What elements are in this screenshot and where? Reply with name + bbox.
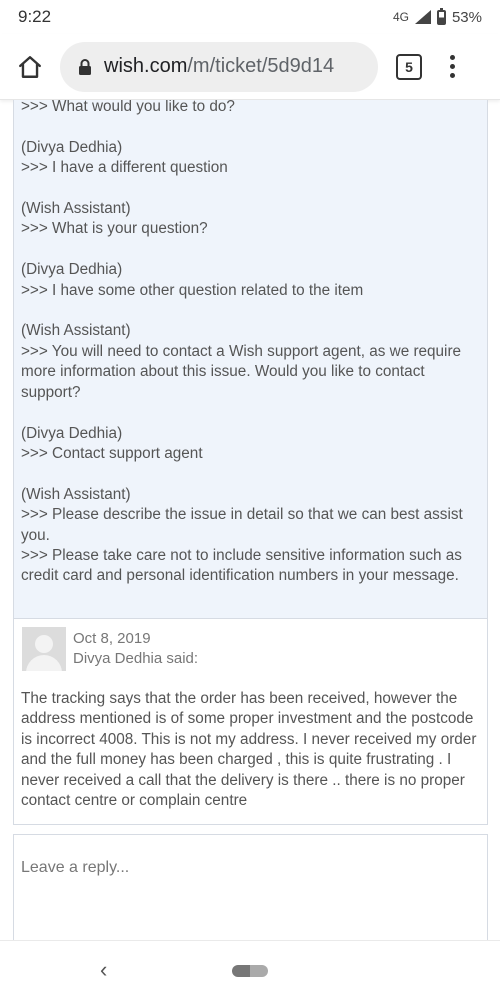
lock-icon bbox=[78, 58, 92, 76]
status-bar: 9:22 4G 53% bbox=[0, 0, 500, 34]
reply-card: Oct 8, 2019 Divya Dedhia said: The track… bbox=[13, 618, 488, 825]
signal-icon bbox=[414, 10, 431, 24]
battery-percent: 53% bbox=[451, 8, 482, 26]
reply-meta: Oct 8, 2019 Divya Dedhia said: bbox=[73, 629, 198, 669]
home-pill-button[interactable] bbox=[232, 965, 268, 977]
avatar bbox=[22, 627, 66, 671]
address-bar[interactable]: wish.com/m/ticket/5d9d14 bbox=[60, 41, 378, 92]
reply-textarea[interactable]: Leave a reply... bbox=[13, 834, 488, 940]
home-icon bbox=[19, 55, 41, 78]
more-vert-icon[interactable] bbox=[444, 55, 460, 78]
system-nav-bar: ‹ bbox=[0, 940, 500, 1000]
back-chevron-icon[interactable]: ‹ bbox=[100, 957, 107, 983]
page-content: >>> What would you like to do? (Divya De… bbox=[0, 100, 500, 940]
home-button[interactable] bbox=[0, 34, 60, 100]
chat-transcript-text: >>> What would you like to do? (Divya De… bbox=[21, 100, 463, 585]
status-indicators: 4G 53% bbox=[392, 7, 482, 26]
url-host: wish.com bbox=[104, 55, 188, 77]
url-text: wish.com/m/ticket/5d9d14 bbox=[104, 55, 334, 78]
network-type: 4G bbox=[392, 10, 409, 24]
tab-switcher-button[interactable]: 5 bbox=[396, 53, 422, 80]
browser-toolbar: wish.com/m/ticket/5d9d14 5 bbox=[0, 34, 500, 100]
reply-body: The tracking says that the order has bee… bbox=[21, 690, 477, 810]
url-path: /m/ticket/5d9d14 bbox=[187, 55, 335, 77]
reply-author: Divya Dedhia said: bbox=[73, 650, 199, 667]
reply-date: Oct 8, 2019 bbox=[73, 630, 151, 647]
status-time: 9:22 bbox=[18, 7, 52, 26]
battery-icon bbox=[436, 7, 446, 25]
